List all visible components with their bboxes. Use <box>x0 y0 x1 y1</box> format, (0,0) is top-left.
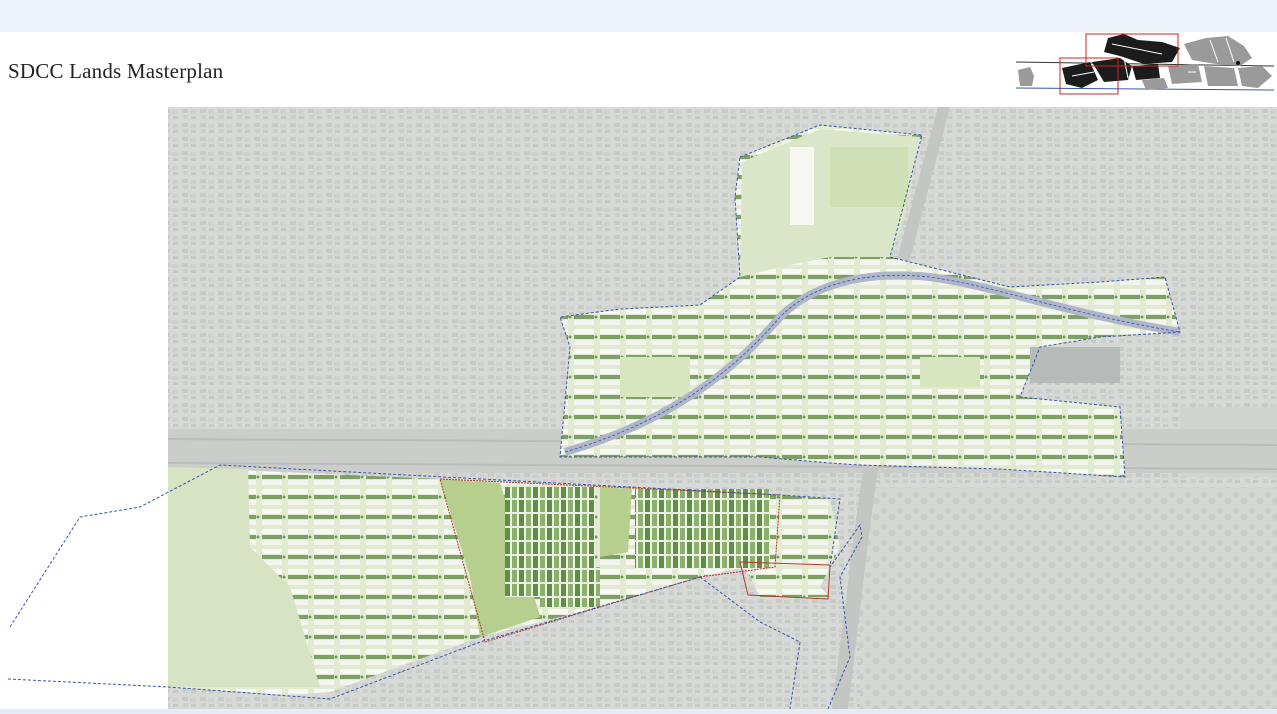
site-keyplan-icon <box>1015 33 1275 95</box>
top-band <box>0 0 1277 32</box>
slide: SDCC Lands Masterplan <box>0 32 1277 709</box>
page-title: SDCC Lands Masterplan <box>8 59 224 83</box>
masterplan-map <box>7 107 1277 709</box>
bottom-band <box>0 709 1277 714</box>
